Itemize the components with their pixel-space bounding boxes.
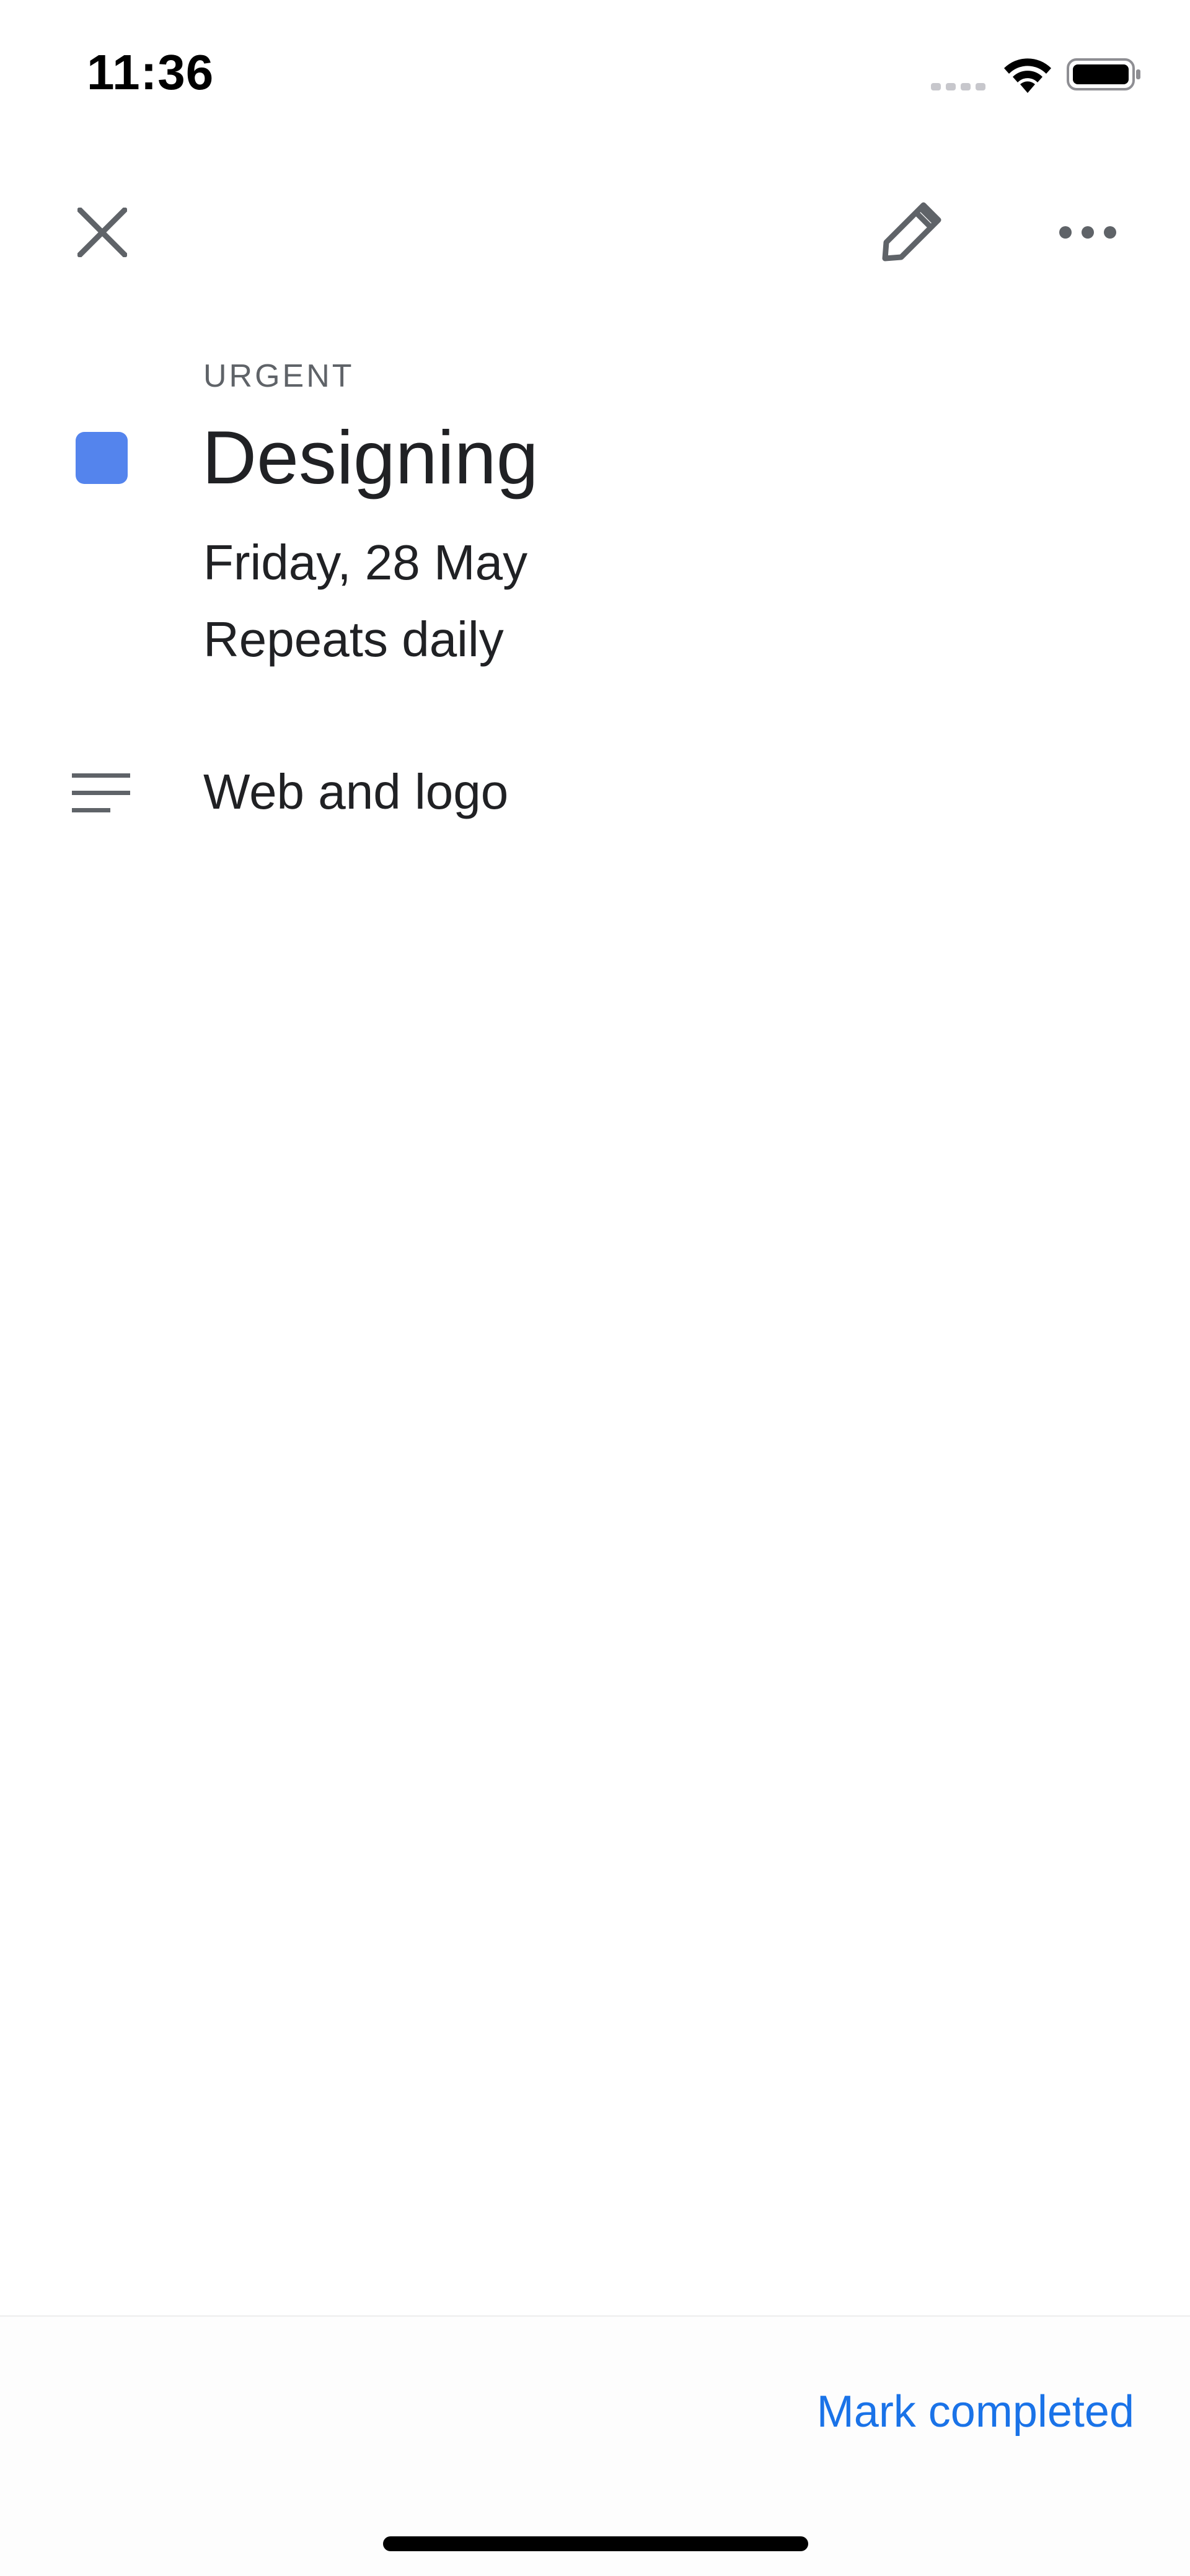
task-detail-screen: 11:36 URGENT Designing Friday, 28 May Re… <box>0 0 1190 2576</box>
pencil-icon <box>882 202 941 262</box>
task-category-label: URGENT <box>203 358 355 394</box>
more-options-button[interactable] <box>1047 192 1128 273</box>
cellular-signal-icon <box>931 83 985 90</box>
home-indicator[interactable] <box>383 2536 808 2551</box>
battery-icon <box>1067 58 1140 90</box>
more-horizontal-icon <box>1059 226 1116 239</box>
notes-icon <box>72 773 130 812</box>
task-notes: Web and logo <box>203 764 509 819</box>
task-title: Designing <box>202 415 539 499</box>
task-color-swatch <box>76 432 128 484</box>
edit-button[interactable] <box>868 189 954 276</box>
close-icon <box>77 208 127 257</box>
close-button[interactable] <box>62 192 143 273</box>
bottom-action-bar: Mark completed <box>0 2315 1190 2576</box>
status-bar: 11:36 <box>0 0 1190 149</box>
task-date: Friday, 28 May <box>203 535 528 590</box>
task-repeat-rule: Repeats daily <box>203 612 504 667</box>
wifi-icon <box>1004 58 1051 93</box>
mark-completed-button[interactable]: Mark completed <box>817 2384 1134 2440</box>
status-time: 11:36 <box>87 45 214 100</box>
